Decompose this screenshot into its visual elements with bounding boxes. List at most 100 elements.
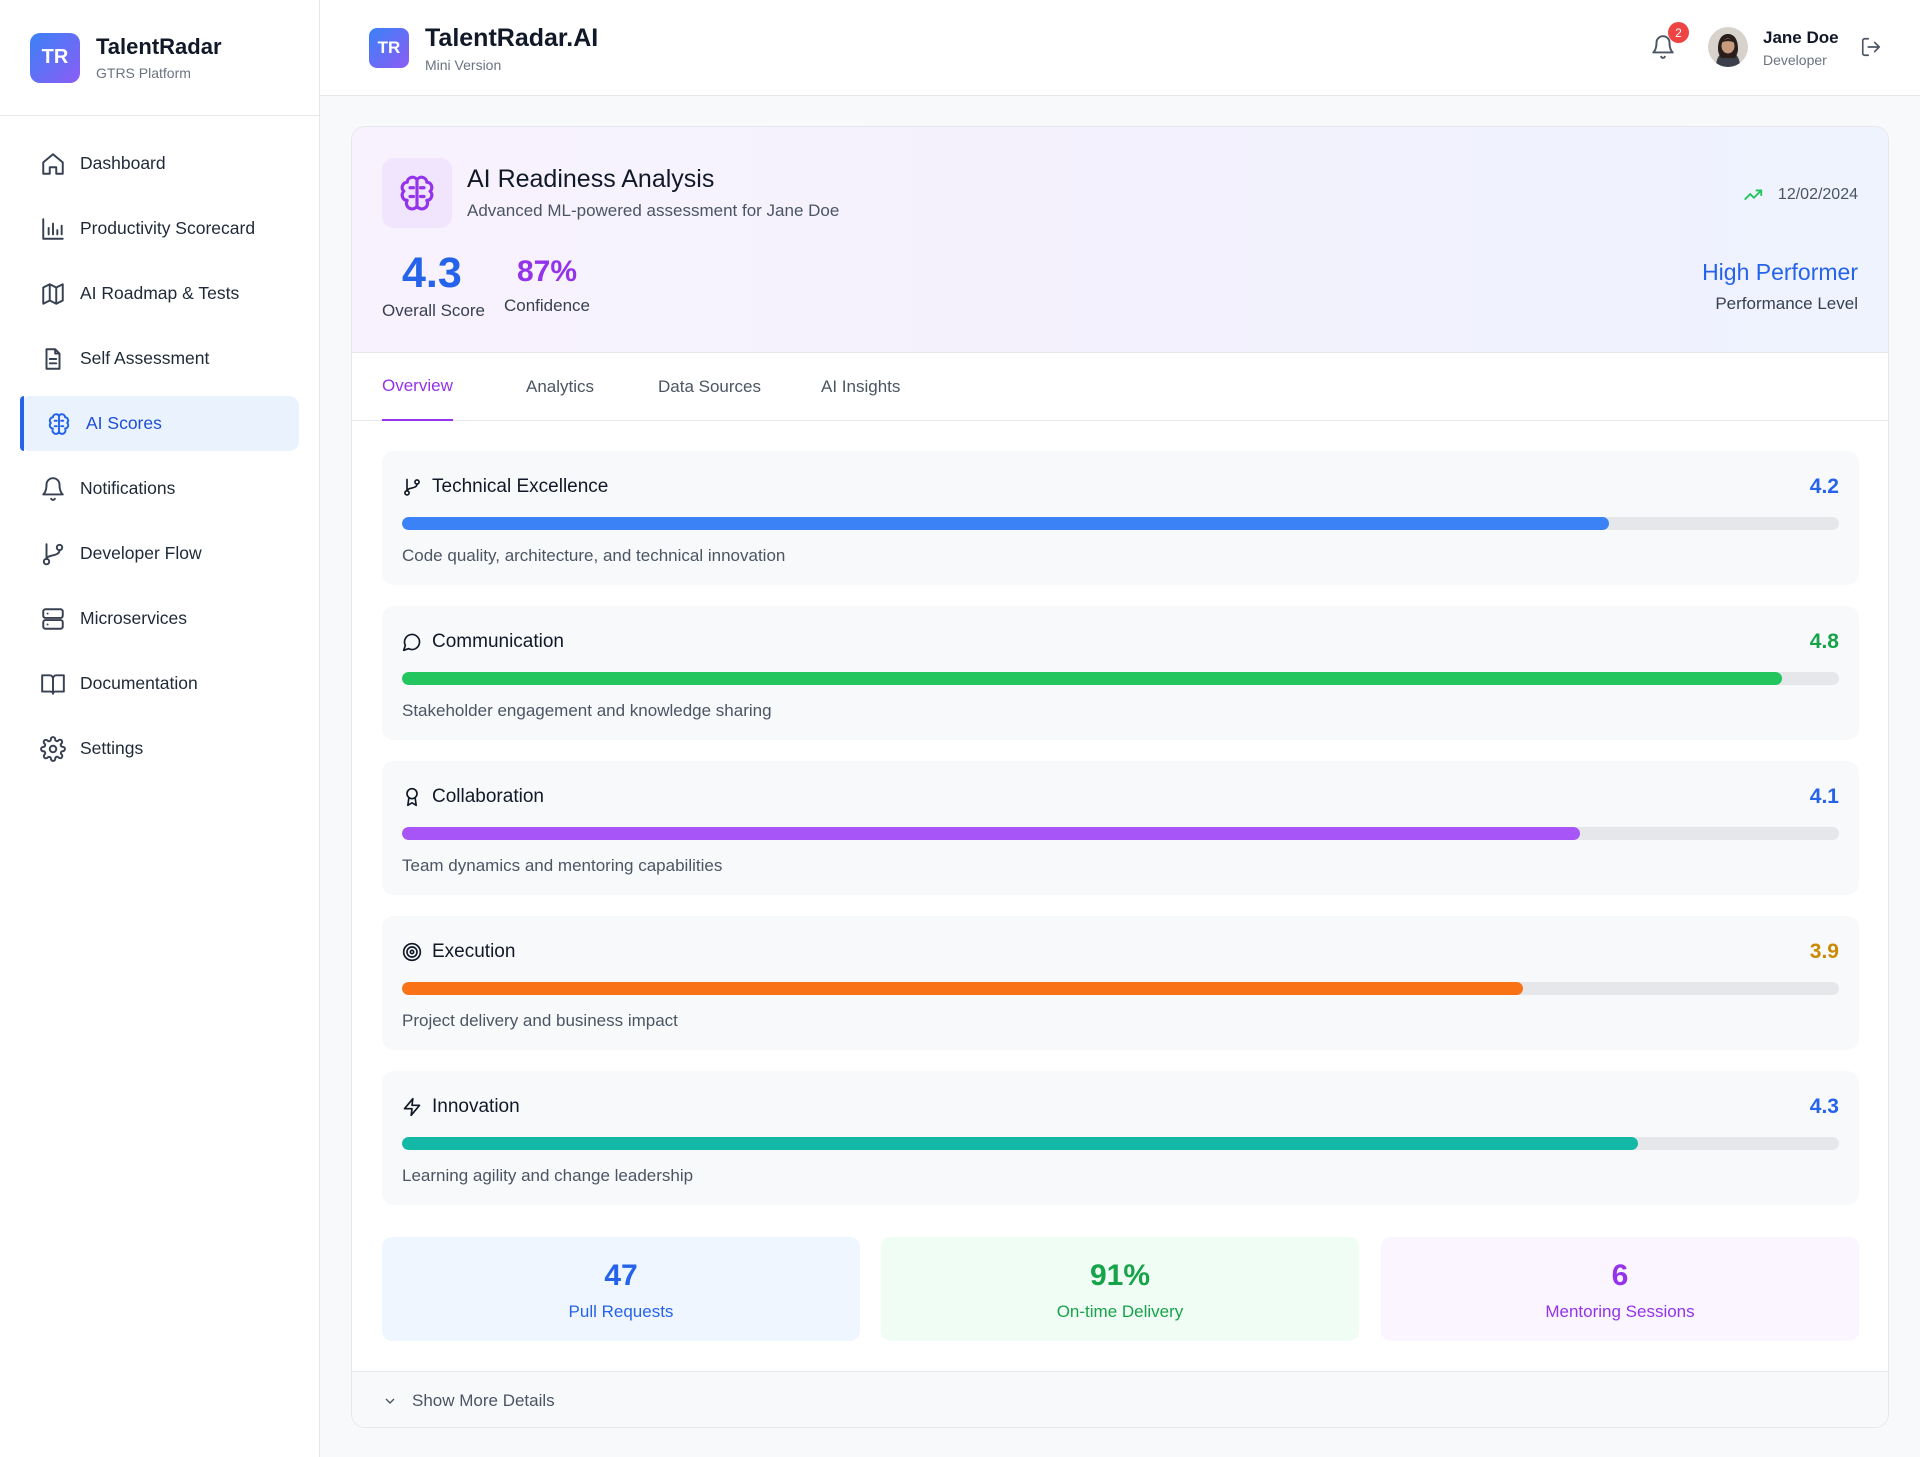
- stat-label: On-time Delivery: [1056, 1302, 1184, 1321]
- ai-readiness-card: AI Readiness Analysis Advanced ML-powere…: [351, 126, 1889, 1428]
- confidence-value: 87%: [517, 255, 578, 288]
- metric-progress-fill: [402, 982, 1523, 995]
- metric-name: Collaboration: [432, 786, 544, 807]
- header-logo[interactable]: TR: [369, 28, 409, 68]
- tab-overview[interactable]: Overview: [382, 353, 453, 421]
- overall-score-label: Overall Score: [382, 301, 485, 320]
- sidebar-item-label: AI Roadmap & Tests: [80, 283, 240, 303]
- stat-label: Mentoring Sessions: [1545, 1302, 1695, 1321]
- metric-progress-fill: [402, 827, 1581, 840]
- sidebar: TR TalentRadar GTRS Platform Dashboard P…: [0, 0, 320, 1457]
- brand-subtitle: GTRS Platform: [96, 65, 191, 81]
- stat-mentoring-sessions: 6 Mentoring Sessions: [1381, 1237, 1859, 1341]
- chevron-down-icon: [385, 1398, 395, 1404]
- award-icon: [406, 787, 418, 807]
- message-circle-icon: [402, 633, 421, 652]
- stat-value: 6: [1611, 1259, 1629, 1292]
- metric-innovation: Innovation 4.3 Learning agility and chan…: [382, 1071, 1859, 1205]
- metric-score: 4.1: [1809, 785, 1839, 808]
- metric-progress-fill: [402, 517, 1610, 530]
- metric-progress-track: [402, 672, 1839, 685]
- tab-analytics[interactable]: Analytics: [526, 353, 594, 421]
- notification-count-badge: 2: [1668, 22, 1689, 43]
- server-icon: [42, 607, 64, 630]
- metric-name: Technical Excellence: [432, 476, 609, 497]
- confidence-label: Confidence: [504, 296, 591, 315]
- document-icon: [45, 347, 61, 370]
- app-subtitle: Mini Version: [425, 57, 502, 73]
- metric-header: Collaboration: [402, 786, 544, 808]
- git-branch-icon: [404, 478, 420, 496]
- stat-value: 47: [604, 1259, 638, 1292]
- metric-progress-fill: [402, 1137, 1638, 1150]
- show-more-details-button[interactable]: Show More Details: [352, 1371, 1888, 1427]
- brand-logo: TR: [30, 32, 80, 83]
- brand-name: TalentRadar: [96, 34, 222, 59]
- app-title: TalentRadar.AI: [425, 24, 599, 52]
- analysis-title: AI Readiness Analysis: [467, 165, 715, 193]
- metric-score: 4.2: [1809, 475, 1839, 498]
- metric-header: Technical Excellence: [402, 476, 608, 498]
- overall-score-value: 4.3: [402, 249, 462, 297]
- sidebar-item-label: AI Scores: [86, 413, 162, 433]
- metric-header: Execution: [402, 941, 515, 963]
- metric-description: Team dynamics and mentoring capabilities: [402, 856, 723, 875]
- sidebar-item-microservices[interactable]: Microservices: [20, 591, 299, 646]
- sidebar-item-label: Notifications: [80, 478, 176, 498]
- brain-icon: [400, 175, 434, 211]
- analysis-subtitle: Advanced ML-powered assessment for Jane …: [467, 201, 840, 220]
- zap-icon: [403, 1097, 421, 1117]
- sidebar-item-label: Productivity Scorecard: [80, 218, 256, 238]
- metric-description: Project delivery and business impact: [402, 1011, 678, 1030]
- metric-score: 4.8: [1809, 630, 1839, 653]
- sidebar-item-ai-roadmap[interactable]: AI Roadmap & Tests: [20, 266, 299, 321]
- metric-collaboration: Collaboration 4.1 Team dynamics and ment…: [382, 761, 1859, 895]
- sidebar-nav: Dashboard Productivity Scorecard AI Road…: [0, 116, 319, 776]
- sidebar-brand[interactable]: TR TalentRadar GTRS Platform: [0, 0, 319, 116]
- sidebar-item-documentation[interactable]: Documentation: [20, 656, 299, 711]
- sidebar-item-dashboard[interactable]: Dashboard: [20, 136, 299, 191]
- gear-icon: [40, 735, 66, 762]
- tab-ai-insights[interactable]: AI Insights: [821, 353, 900, 421]
- sidebar-item-self-assessment[interactable]: Self Assessment: [20, 331, 299, 386]
- book-icon: [41, 673, 65, 695]
- analysis-date: 12/02/2024: [1742, 184, 1858, 206]
- sidebar-item-ai-scores[interactable]: AI Scores: [20, 396, 299, 451]
- metric-progress-track: [402, 827, 1839, 840]
- metric-score: 3.9: [1809, 940, 1839, 963]
- metric-description: Code quality, architecture, and technica…: [402, 546, 786, 565]
- analysis-icon-box: [382, 158, 452, 228]
- metric-communication: Communication 4.8 Stakeholder engagement…: [382, 606, 1859, 740]
- sidebar-item-developer-flow[interactable]: Developer Flow: [20, 526, 299, 581]
- sidebar-item-settings[interactable]: Settings: [20, 721, 299, 776]
- analysis-summary: AI Readiness Analysis Advanced ML-powere…: [352, 127, 1888, 353]
- bar-chart-icon: [42, 217, 64, 240]
- user-role: Developer: [1763, 52, 1827, 68]
- metric-description: Stakeholder engagement and knowledge sha…: [402, 701, 772, 720]
- sidebar-item-label: Microservices: [80, 608, 187, 628]
- metric-technical-excellence: Technical Excellence 4.2 Code quality, a…: [382, 451, 1859, 585]
- user-name: Jane Doe: [1763, 28, 1839, 47]
- metric-description: Learning agility and change leadership: [402, 1166, 694, 1185]
- metric-header: Innovation: [402, 1096, 520, 1118]
- map-icon: [42, 282, 64, 305]
- home-icon: [42, 152, 64, 175]
- metric-name: Execution: [432, 941, 516, 962]
- stat-value: 91%: [1089, 1259, 1151, 1292]
- metric-progress-track: [402, 517, 1839, 530]
- metric-execution: Execution 3.9 Project delivery and busin…: [382, 916, 1859, 1050]
- target-icon: [402, 942, 422, 962]
- performance-level-value: High Performer: [1702, 259, 1858, 285]
- bell-icon: [42, 476, 64, 501]
- logout-icon: [1861, 37, 1881, 57]
- show-more-details-label: Show More Details: [412, 1390, 555, 1410]
- sidebar-item-label: Developer Flow: [80, 543, 202, 563]
- logout-button[interactable]: [1860, 36, 1882, 58]
- tab-data-sources[interactable]: Data Sources: [658, 353, 761, 421]
- metric-progress-fill: [402, 672, 1782, 685]
- avatar[interactable]: [1708, 27, 1748, 67]
- stat-on-time-delivery: 91% On-time Delivery: [881, 1237, 1359, 1341]
- trending-up-icon: [1744, 189, 1763, 201]
- sidebar-item-notifications[interactable]: Notifications: [20, 461, 299, 516]
- sidebar-item-productivity-scorecard[interactable]: Productivity Scorecard: [20, 201, 299, 256]
